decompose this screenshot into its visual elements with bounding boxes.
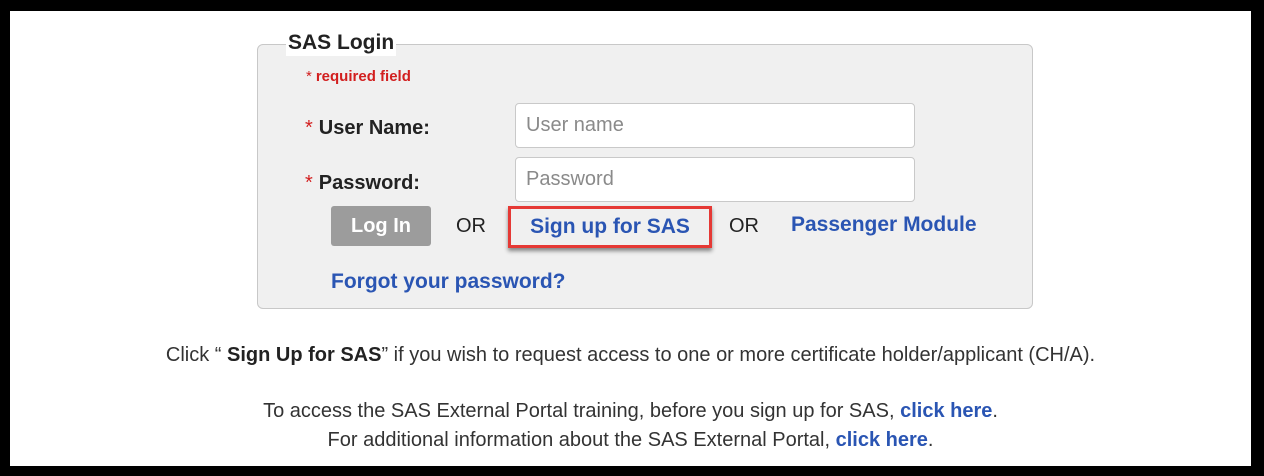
login-button[interactable]: Log In: [331, 206, 431, 246]
signup-link[interactable]: Sign up for SAS: [511, 209, 709, 245]
password-label: * Password:: [305, 172, 420, 195]
username-input[interactable]: [515, 103, 915, 148]
page-frame: SAS Login *required field *User Name: *P…: [10, 11, 1251, 466]
username-label-text: User Name:: [318, 117, 430, 139]
info-text: Click “: [165, 344, 227, 366]
info-text: ” if you wish to request access to one o…: [381, 344, 1096, 366]
login-panel: SAS Login *required field *User Name: *P…: [257, 30, 1033, 309]
or-separator: OR: [456, 215, 486, 237]
passenger-module-link[interactable]: Passenger Module: [791, 213, 977, 237]
info-text: .: [992, 400, 998, 422]
required-star: *: [305, 172, 313, 194]
portal-info-text: For additional information about the SAS…: [10, 429, 1251, 452]
info-text: To access the SAS External Portal traini…: [263, 400, 901, 422]
portal-click-here-link[interactable]: click here: [836, 429, 928, 451]
username-label: * User Name:: [305, 117, 430, 140]
required-note-text: required field: [315, 68, 411, 85]
info-text: For additional information about the SAS…: [327, 429, 836, 451]
password-label-text: Password:: [318, 172, 420, 194]
training-click-here-link[interactable]: click here: [900, 400, 992, 422]
required-star: *: [306, 68, 312, 85]
password-input[interactable]: [515, 157, 915, 202]
forgot-password-link[interactable]: Forgot your password?: [331, 270, 566, 294]
info-text: .: [927, 429, 934, 451]
training-info-text: To access the SAS External Portal traini…: [10, 400, 1251, 423]
required-star: *: [305, 117, 313, 139]
login-title: SAS Login: [286, 30, 397, 56]
signup-info-text: Click “ Sign Up for SAS” if you wish to …: [10, 344, 1251, 367]
signup-highlight: Sign up for SAS: [508, 206, 712, 248]
required-field-note: * required field: [306, 68, 411, 85]
or-separator: OR: [729, 215, 759, 237]
info-bold-text: Sign Up for SAS: [227, 344, 382, 366]
